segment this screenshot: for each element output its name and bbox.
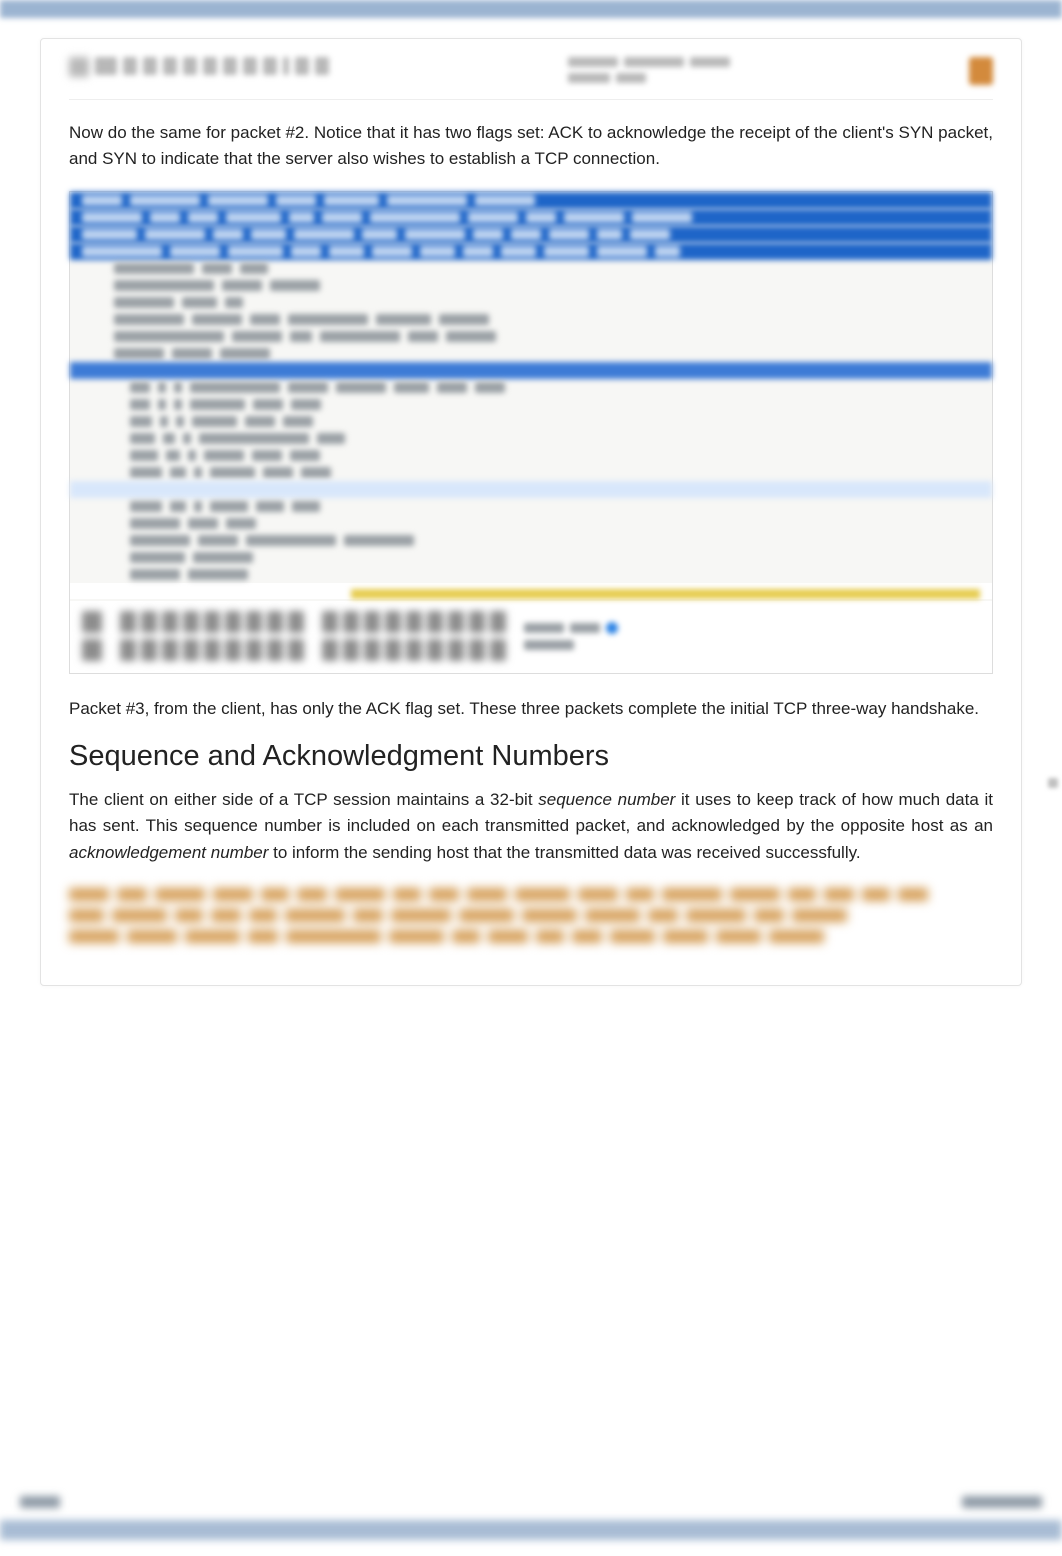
header-meta-blur-1 bbox=[568, 57, 730, 67]
p3-em2: acknowledgement number bbox=[69, 843, 268, 862]
paragraph-2: Packet #3, from the client, has only the… bbox=[69, 696, 993, 722]
scrollbar[interactable] bbox=[1048, 778, 1058, 788]
footer-left bbox=[20, 1496, 60, 1508]
footer bbox=[0, 1496, 1062, 1556]
p3-em1: sequence number bbox=[538, 790, 675, 809]
card-header bbox=[69, 57, 993, 100]
document-card: Now do the same for packet #2. Notice th… bbox=[40, 38, 1022, 986]
p3-c: to inform the sending host that the tran… bbox=[268, 843, 860, 862]
lock-icon bbox=[969, 57, 993, 85]
header-title-blur bbox=[69, 57, 329, 77]
blurred-paragraph bbox=[69, 884, 993, 955]
paragraph-3: The client on either side of a TCP sessi… bbox=[69, 787, 993, 866]
section-heading: Sequence and Acknowledgment Numbers bbox=[69, 740, 993, 773]
p3-a: The client on either side of a TCP sessi… bbox=[69, 790, 538, 809]
footer-right bbox=[962, 1496, 1042, 1508]
top-blur-bar bbox=[0, 0, 1062, 18]
paragraph-1: Now do the same for packet #2. Notice th… bbox=[69, 120, 993, 173]
hex-dump bbox=[70, 601, 992, 673]
footer-bar bbox=[0, 1520, 1062, 1540]
header-meta-blur-2 bbox=[568, 73, 646, 83]
hex-highlight-bar bbox=[351, 589, 980, 599]
packet-dump-figure bbox=[69, 191, 993, 674]
